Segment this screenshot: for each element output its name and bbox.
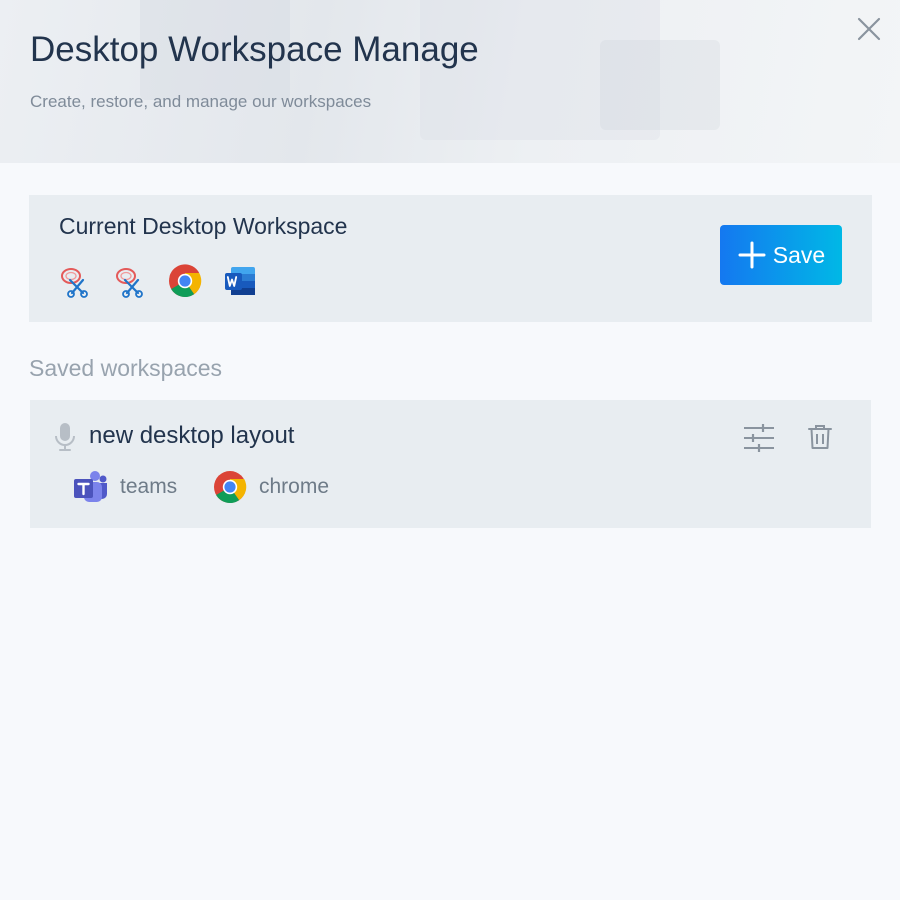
save-label: Save: [772, 241, 826, 268]
workspace-name: new desktop layout: [89, 422, 295, 449]
microphone-icon: [55, 423, 75, 451]
workspace-app-label: chrome: [259, 475, 330, 498]
page-title: Desktop Workspace Manage: [30, 30, 479, 69]
snipping-tool-icon: [112, 263, 148, 299]
trash-icon[interactable]: [806, 423, 834, 451]
saved-workspace-item[interactable]: new desktop layout teams chrome: [30, 400, 871, 528]
current-workspace-title: Current Desktop Workspace: [59, 213, 348, 239]
workspace-app-chrome: chrome: [213, 470, 329, 504]
chrome-icon: [214, 471, 247, 504]
current-workspace-card: Current Desktop Workspace Save: [29, 195, 872, 322]
settings-sliders-icon[interactable]: [742, 423, 776, 453]
close-icon[interactable]: [852, 12, 886, 46]
snipping-tool-icon: [57, 263, 93, 299]
word-icon: [222, 263, 258, 299]
close-button[interactable]: [852, 12, 886, 46]
saved-workspaces-label: Saved workspaces: [29, 355, 223, 381]
workspace-app-label: teams: [120, 475, 178, 498]
page-subtitle: Create, restore, and manage our workspac…: [30, 92, 372, 111]
header: Desktop Workspace Manage Create, restore…: [0, 0, 900, 163]
save-button[interactable]: Save: [720, 225, 842, 285]
header-background-decoration: [600, 40, 720, 130]
plus-icon: [738, 241, 766, 269]
chrome-icon: [167, 263, 203, 299]
workspace-app-teams: teams: [72, 470, 177, 504]
current-app-icons: [57, 263, 258, 299]
teams-icon: [74, 471, 107, 502]
